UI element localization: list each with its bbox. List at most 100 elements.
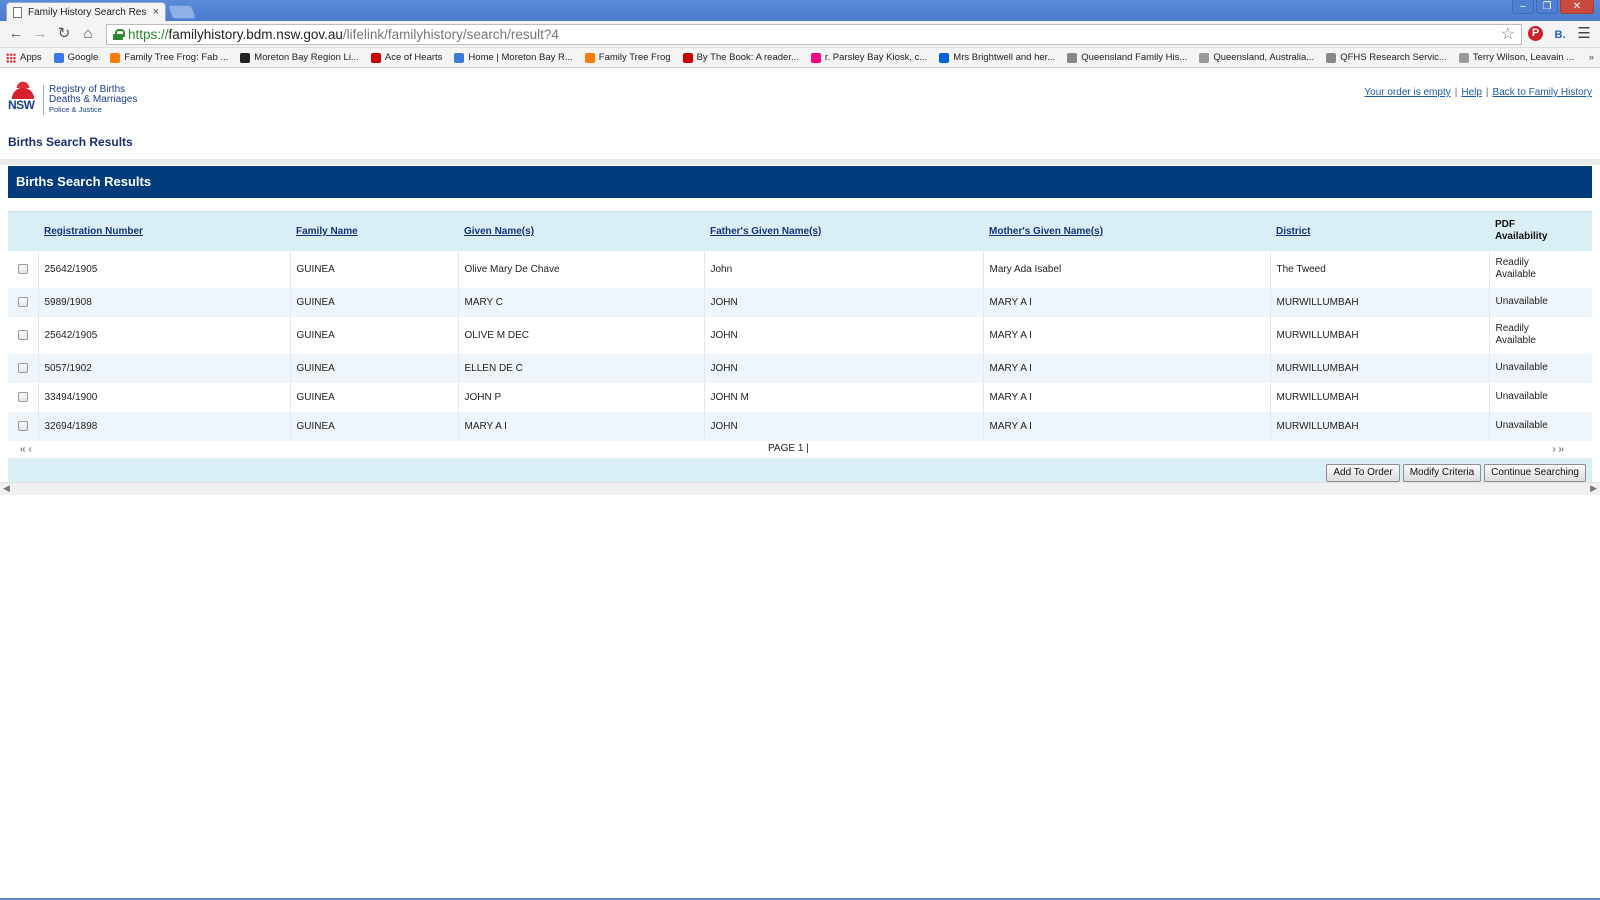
url-path: /lifelink/familyhistory/search/result?4 <box>342 26 559 42</box>
sort-district[interactable]: District <box>1276 226 1310 237</box>
row-select-checkbox[interactable] <box>17 296 28 307</box>
pinterest-extension-button[interactable]: P <box>1526 24 1546 44</box>
modify-criteria-button[interactable]: Modify Criteria <box>1402 463 1482 482</box>
bookmark-label: Ace of Hearts <box>384 52 443 63</box>
bookmark-label: Apps <box>20 52 42 63</box>
forward-arrow-icon[interactable]: → <box>30 24 50 44</box>
bookmark-item[interactable]: Apps <box>6 52 42 63</box>
home-icon[interactable]: ⌂ <box>78 24 98 44</box>
sort-registration-number[interactable]: Registration Number <box>44 226 143 237</box>
row-select-checkbox[interactable] <box>17 362 28 373</box>
reload-icon[interactable]: ↻ <box>54 24 74 44</box>
mother-given-names-cell: MARY A I <box>982 353 1270 383</box>
pdf-availability-cell: Unavailable <box>1488 353 1592 383</box>
row-select-checkbox[interactable] <box>17 420 28 431</box>
table-row: 5057/1902 GUINEA ELLEN DE C JOHN MARY A I MUR… <box>8 353 1592 383</box>
browser-tab-active[interactable]: Family History Search Results × <box>6 2 166 21</box>
help-link[interactable]: Help <box>1461 87 1482 98</box>
bookmark-item[interactable]: r. Parsley Bay Kiosk, c... <box>810 52 927 63</box>
bookmark-flag-icon <box>682 52 693 63</box>
new-tab-button[interactable] <box>167 5 197 19</box>
close-window-button[interactable]: ✕ <box>1560 0 1594 14</box>
row-select-checkbox[interactable] <box>17 391 28 402</box>
add-to-order-button[interactable]: Add To Order <box>1326 463 1400 482</box>
horizontal-scrollbar[interactable]: ◀ ▶ <box>0 482 1600 495</box>
district-cell: MURWILLUMBAH <box>1269 382 1489 412</box>
extension-b-button[interactable]: B. <box>1550 24 1570 44</box>
row-select-checkbox[interactable] <box>17 329 28 340</box>
family-name-cell: GUINEA <box>289 382 458 412</box>
continue-searching-button[interactable]: Continue Searching <box>1484 463 1586 482</box>
scroll-left-arrow-icon[interactable]: ◀ <box>3 483 10 494</box>
bookmark-item[interactable]: Family Tree Frog: Fab ... <box>110 52 228 63</box>
back-to-family-history-link[interactable]: Back to Family History <box>1493 87 1592 98</box>
bookmark-item[interactable]: Home | Moreton Bay R... <box>454 52 573 63</box>
bookmark-label: Moreton Bay Region Li... <box>254 52 359 63</box>
title-divider-band <box>0 159 1600 165</box>
district-cell: MURWILLUMBAH <box>1269 287 1489 317</box>
first-prev-page-link[interactable]: « ‹ <box>20 444 32 455</box>
given-names-cell: JOHN P <box>457 382 704 412</box>
browser-toolbar: ← → ↻ ⌂ https://familyhistory.bdm.nsw.go… <box>0 21 1600 48</box>
bookmarks-overflow-icon[interactable]: » <box>1589 52 1594 63</box>
page-separator: | <box>806 442 809 454</box>
sort-fathers-given-names[interactable]: Father's Given Name(s) <box>710 226 821 237</box>
google-icon <box>53 52 64 63</box>
rainbow-icon <box>454 52 465 63</box>
blogger-icon <box>110 52 121 63</box>
bookmark-item[interactable]: Family Tree Frog <box>584 52 671 63</box>
bookmark-item[interactable]: Queensland Family His... <box>1067 52 1187 63</box>
logo-nsw-text: NSW <box>8 98 35 112</box>
bookmark-item[interactable]: Queensland, Australia... <box>1199 52 1314 63</box>
table-row: 5989/1908 GUINEA MARY C JOHN MARY A I MURWILL… <box>8 287 1592 317</box>
logo-text: Registry of Births Deaths & Marriages Po… <box>49 85 137 115</box>
row-select-checkbox[interactable] <box>17 263 28 274</box>
bookmark-star-icon[interactable]: ☆ <box>1501 24 1515 44</box>
results-panel-title: Births Search Results <box>8 166 1592 198</box>
bookmark-item[interactable]: Mrs Brightwell and her... <box>939 52 1055 63</box>
pagination: « ‹ PAGE 1 | › » <box>8 441 1592 458</box>
browser-titlebar: Family History Search Results × – ❐ ✕ <box>0 0 1600 21</box>
bookmark-item[interactable]: Google <box>53 52 98 63</box>
current-page-number[interactable]: 1 <box>798 443 804 454</box>
address-bar[interactable]: https://familyhistory.bdm.nsw.gov.au/lif… <box>106 23 1522 45</box>
results-table-body: 25642/1905 GUINEA Olive Mary De Chave John M… <box>8 250 1592 441</box>
web-page: NSW Registry of Births Deaths & Marriage… <box>0 69 1600 900</box>
menu-icon[interactable]: ☰ <box>1574 24 1594 44</box>
sort-family-name[interactable]: Family Name <box>296 226 358 237</box>
apps-icon <box>6 52 16 63</box>
restore-button[interactable]: ❐ <box>1536 0 1558 14</box>
registration-number-cell: 5989/1908 <box>37 287 290 317</box>
district-cell: The Tweed <box>1269 250 1489 288</box>
table-row: 32694/1898 GUINEA MARY A I JOHN MARY A I MURW… <box>8 411 1592 441</box>
next-last-page-link[interactable]: › » <box>1552 444 1564 455</box>
bookmark-item[interactable]: By The Book: A reader... <box>682 52 799 63</box>
nsw-bdm-logo[interactable]: NSW Registry of Births Deaths & Marriage… <box>8 80 137 115</box>
waratah-logo-icon: NSW <box>8 80 38 115</box>
bookmarks-bar: Apps Google Family Tree Frog: Fab ... Moret… <box>0 48 1600 68</box>
pdf-status-line-1: Readily <box>1495 323 1529 334</box>
close-tab-icon[interactable]: × <box>153 6 159 18</box>
back-arrow-icon[interactable]: ← <box>6 24 26 44</box>
select-column-header <box>8 211 38 251</box>
pinterest-icon: P <box>1528 26 1543 41</box>
lock-icon <box>113 28 125 40</box>
order-status-link[interactable]: Your order is empty <box>1364 87 1450 98</box>
bookmark-item[interactable]: Ace of Hearts <box>370 52 443 63</box>
scroll-right-arrow-icon[interactable]: ▶ <box>1590 483 1597 494</box>
family-name-cell: GUINEA <box>289 411 458 441</box>
sort-given-names[interactable]: Given Name(s) <box>464 226 534 237</box>
window-controls: – ❐ ✕ <box>1512 0 1594 14</box>
extension-b-icon: B. <box>1554 29 1566 41</box>
minimize-button[interactable]: – <box>1512 0 1534 14</box>
url-scheme: https:// <box>128 26 169 42</box>
district-cell: MURWILLUMBAH <box>1269 316 1489 354</box>
bookmark-item[interactable]: Terry Wilson, Leavain ... <box>1458 52 1574 63</box>
bookmark-item[interactable]: QFHS Research Servic... <box>1326 52 1447 63</box>
bookmark-item[interactable]: Moreton Bay Region Li... <box>240 52 359 63</box>
url-host: familyhistory.bdm.nsw.gov.au <box>168 26 343 42</box>
document-icon <box>13 6 22 18</box>
sort-mothers-given-names[interactable]: Mother's Given Name(s) <box>989 226 1103 237</box>
pdf-header-line-2: Availability <box>1495 231 1548 243</box>
mother-given-names-cell: MARY A I <box>982 382 1270 412</box>
